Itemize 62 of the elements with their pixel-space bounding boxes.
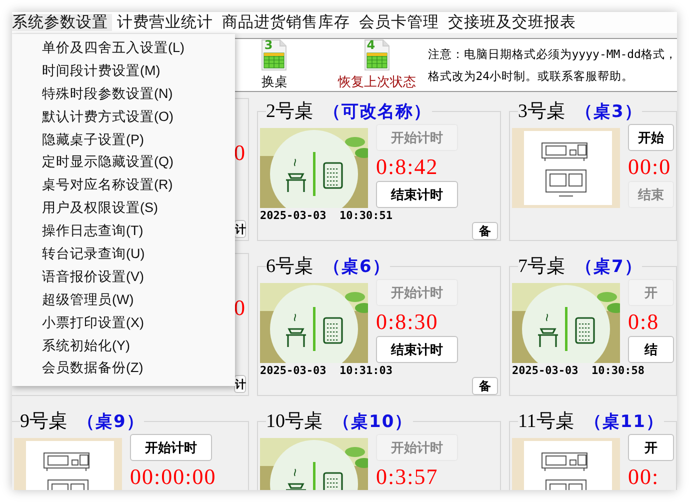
- icon-number: 4: [366, 38, 376, 52]
- menu-entry[interactable]: 定时显示隐藏设置(Q): [12, 151, 235, 174]
- note-button[interactable]: 计: [234, 375, 246, 393]
- menu-entry[interactable]: 特殊时段参数设置(N): [12, 82, 235, 106]
- menu-entry[interactable]: 转台记录查询(U): [12, 243, 235, 266]
- table-name: 3号桌: [518, 100, 566, 124]
- menu-item[interactable]: 交接班及交班报表: [448, 14, 580, 31]
- table-alias: （桌3）: [576, 101, 642, 123]
- table-name: 9号桌: [20, 410, 68, 434]
- timer-text: 00:00:00: [130, 463, 216, 490]
- table-name: 11号桌: [518, 410, 574, 434]
- table-alias: （桌6）: [324, 256, 390, 278]
- timer-text: 0:8:30: [376, 308, 438, 335]
- timer-text: 0:8: [628, 308, 660, 335]
- menu-item[interactable]: 计费营业统计: [117, 14, 217, 31]
- menu-item[interactable]: 系统参数设置: [12, 14, 112, 31]
- table-alias: （可改名称）: [324, 101, 432, 123]
- toolbar-button[interactable]: 换桌: [261, 73, 288, 91]
- menu-entry[interactable]: 桌号对应名称设置(R): [12, 174, 235, 198]
- toolbar-button[interactable]: 恢复上次状态: [338, 73, 416, 91]
- menu-entry[interactable]: 隐藏桌子设置(P): [12, 128, 235, 152]
- menu-entry[interactable]: 小票打印设置(X): [12, 312, 235, 335]
- menu-entry[interactable]: 操作日志查询(T): [12, 220, 235, 244]
- table-name: 10号桌: [266, 410, 323, 434]
- start-time: 2025-03-03 10:30:51: [260, 209, 392, 222]
- menu-entry[interactable]: 用户及权限设置(S): [12, 197, 235, 220]
- menu-entry[interactable]: 默认计费方式设置(O): [12, 106, 235, 129]
- table-name: 7号桌: [518, 255, 566, 279]
- start-timer-button[interactable]: 开始计时: [130, 434, 212, 461]
- start-time: 2025-03-03 10:31:03: [260, 364, 392, 377]
- timer-text: 0:3:57: [376, 463, 438, 490]
- menu-item[interactable]: 会员卡管理: [359, 14, 443, 31]
- icon-number: 3: [264, 38, 273, 52]
- notice-text: 注意：电脑日期格式必须为yyyy-MM-dd格式，: [428, 46, 677, 63]
- start-timer-button[interactable]: 开始: [628, 124, 674, 151]
- end-timer-button[interactable]: 结: [628, 336, 674, 363]
- timer-text: 00:0: [628, 153, 672, 180]
- timer-text: 0:8:42: [376, 153, 438, 180]
- timer-text: 0: [234, 139, 246, 166]
- table-alias: （桌10）: [333, 411, 413, 433]
- end-timer-button[interactable]: 结束计时: [376, 336, 458, 363]
- note-button[interactable]: 计: [234, 220, 246, 238]
- note-button[interactable]: 备: [472, 222, 498, 240]
- menu-entry[interactable]: 系统初始化(Y): [12, 334, 235, 358]
- menu-entry[interactable]: 时间段计费设置(M): [12, 60, 235, 83]
- menu-item[interactable]: 商品进货销售库存: [222, 14, 354, 31]
- end-timer-button[interactable]: 结束计时: [376, 181, 458, 208]
- table-name: 6号桌: [266, 255, 314, 279]
- note-button[interactable]: 备: [472, 377, 498, 395]
- menu-entry[interactable]: 超级管理员(W): [12, 288, 235, 312]
- table-alias: （桌9）: [78, 411, 144, 433]
- menu-entry[interactable]: 单价及四舍五入设置(L): [12, 37, 235, 60]
- notice-text: 格式改为24小时制。或联系客服帮助。: [428, 68, 635, 85]
- menu-entry[interactable]: 会员数据备份(Z): [12, 357, 235, 380]
- table-name: 2号桌: [266, 100, 314, 124]
- timer-text: 00:: [628, 463, 660, 490]
- table-alias: （桌7）: [576, 256, 642, 278]
- table-alias: （桌11）: [584, 411, 664, 433]
- start-timer-button[interactable]: 开: [628, 434, 674, 461]
- start-time: 2025-03-03 10:30:58: [512, 364, 644, 377]
- menu-entry[interactable]: 语音报价设置(V): [12, 266, 235, 289]
- timer-text: 0: [234, 294, 246, 321]
